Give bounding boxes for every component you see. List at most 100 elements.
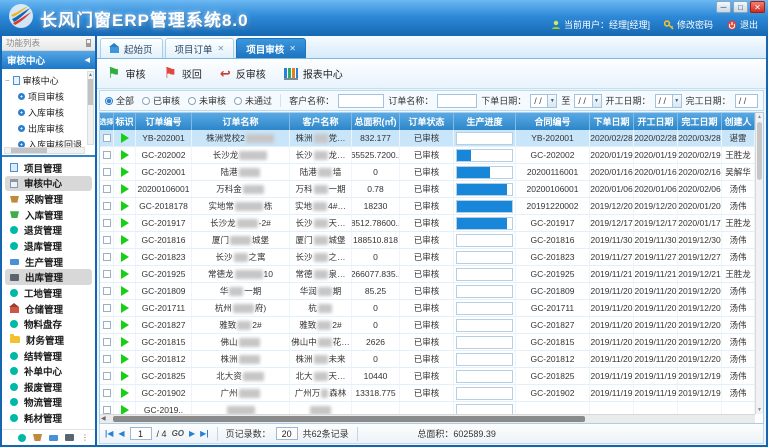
sidebar-item-14[interactable]: 报废管理 <box>5 379 92 395</box>
order-name-input[interactable] <box>437 94 477 108</box>
start-date-input[interactable]: / /▼ <box>655 94 682 108</box>
table-row[interactable]: GC-201812株洲株洲未来0已审核GC-2018122019/11/2020… <box>100 351 755 368</box>
column-header-4[interactable]: 客户名称 <box>290 113 352 130</box>
row-checkbox[interactable] <box>103 355 111 363</box>
last-page-button[interactable]: ▶| <box>200 429 208 438</box>
calendar-dropdown-icon[interactable]: ▼ <box>672 95 681 107</box>
row-checkbox[interactable] <box>103 389 111 397</box>
status-radio-2[interactable]: 未审核 <box>188 94 226 107</box>
table-row[interactable]: GC-201902广州广州万森林13318.775已审核GC-201902201… <box>100 385 755 402</box>
sidebar-item-11[interactable]: 财务管理 <box>5 332 92 348</box>
column-header-2[interactable]: 订单编号 <box>136 113 192 130</box>
tree-item-0[interactable]: 项目审核 <box>5 88 85 104</box>
toolbar-button-2[interactable]: ↩反审核 <box>220 66 266 81</box>
logout-button[interactable]: 退出 <box>727 18 758 31</box>
row-checkbox[interactable] <box>103 236 111 244</box>
close-button[interactable]: ✕ <box>750 1 765 13</box>
pin-icon[interactable] <box>86 39 91 47</box>
row-checkbox[interactable] <box>103 270 111 278</box>
maximize-button[interactable]: □ <box>733 1 748 13</box>
table-row[interactable]: GC-201917长沙龙-2#长沙天…8512.78600..已审核GC-201… <box>100 215 755 232</box>
sidebar-item-9[interactable]: 仓储管理 <box>5 301 92 317</box>
sidebar-item-0[interactable]: 项目管理 <box>5 160 92 176</box>
sidebar-item-6[interactable]: 生产管理 <box>5 254 92 270</box>
row-checkbox[interactable] <box>103 406 111 414</box>
calendar-dropdown-icon[interactable]: ▼ <box>592 95 601 107</box>
table-row[interactable]: GC-201711杭州府)杭0已审核GC-2017112019/11/20201… <box>100 300 755 317</box>
column-header-6[interactable]: 订单状态 <box>400 113 454 130</box>
tree-item-1[interactable]: 入库审核 <box>5 104 85 120</box>
toolbar-button-0[interactable]: ⚑审核 <box>107 66 145 81</box>
customer-name-input[interactable] <box>338 94 384 108</box>
strip-doc-icon[interactable] <box>49 435 58 441</box>
sidebar-item-3[interactable]: 入库管理 <box>5 207 92 223</box>
status-radio-3[interactable]: 未通过 <box>234 94 272 107</box>
horizontal-scrollbar[interactable]: ◀ <box>100 414 755 423</box>
finish-date-input[interactable]: / / <box>735 94 758 108</box>
sidebar-item-7[interactable]: 出库管理 <box>5 269 92 285</box>
tab-close-icon[interactable]: ✕ <box>289 44 296 53</box>
row-checkbox[interactable] <box>103 168 111 176</box>
sidebar-item-16[interactable]: 耗材管理 <box>5 410 92 426</box>
tree-expand-icon[interactable]: − <box>5 76 10 85</box>
row-checkbox[interactable] <box>103 134 111 142</box>
sidebar-item-12[interactable]: 结转管理 <box>5 348 92 364</box>
table-row[interactable]: GC-201925常德龙10常德泉…266077.835..已审核GC-2019… <box>100 266 755 283</box>
order-date-to-input[interactable]: / /▼ <box>574 94 601 108</box>
collapse-icon[interactable]: ◀ <box>85 56 90 64</box>
page-size-input[interactable]: 20 <box>276 427 298 440</box>
table-row[interactable]: GC-201809华一期华润期85.25已审核GC-2018092019/11/… <box>100 283 755 300</box>
column-header-9[interactable]: 下单日期 <box>590 113 634 130</box>
toolbar-button-1[interactable]: ⚑驳回 <box>163 66 201 81</box>
sidebar-item-1[interactable]: 审核中心 <box>5 176 92 192</box>
sidebar-item-8[interactable]: 工地管理 <box>5 285 92 301</box>
sidebar-item-5[interactable]: 退库管理 <box>5 238 92 254</box>
first-page-button[interactable]: |◀ <box>105 429 113 438</box>
overflow-icon[interactable]: ⋮ <box>81 433 89 442</box>
column-header-12[interactable]: 创建人 <box>722 113 755 130</box>
table-row[interactable]: GC-201816厦门城堡厦门城堡188510.818已审核GC-2018162… <box>100 232 755 249</box>
row-checkbox[interactable] <box>103 202 111 210</box>
hscroll-thumb[interactable] <box>113 416 585 422</box>
column-header-8[interactable]: 合同编号 <box>516 113 590 130</box>
column-header-1[interactable]: 标识 <box>114 113 136 130</box>
row-checkbox[interactable] <box>103 185 111 193</box>
sidebar-item-2[interactable]: 采购管理 <box>5 191 92 207</box>
table-row[interactable]: YB-202001株洲党校2株洲党…832.177已审核YB-202001202… <box>100 130 755 147</box>
change-password-button[interactable]: 修改密码 <box>664 18 713 31</box>
tab-0[interactable]: 起始页 <box>100 38 163 58</box>
tab-2[interactable]: 项目审核✕ <box>236 38 306 58</box>
table-row[interactable]: GC-2019.. <box>100 402 755 414</box>
order-date-from-input[interactable]: / /▼ <box>530 94 557 108</box>
sidebar-item-15[interactable]: 物流管理 <box>5 395 92 411</box>
tab-1[interactable]: 项目订单✕ <box>165 38 235 58</box>
vscroll-thumb[interactable] <box>757 122 762 180</box>
tree-vscrollbar[interactable]: ▲ <box>87 71 94 145</box>
minimize-button[interactable]: － <box>716 1 731 13</box>
column-header-7[interactable]: 生产进度 <box>454 113 516 130</box>
row-checkbox[interactable] <box>103 304 111 312</box>
column-header-5[interactable]: 总面积(㎡) <box>352 113 400 130</box>
audit-panel-header[interactable]: 审核中心 ◀ <box>2 51 95 69</box>
calendar-dropdown-icon[interactable]: ▼ <box>547 95 556 107</box>
vertical-scrollbar[interactable]: ▲▼ <box>755 113 763 414</box>
table-row[interactable]: GC-201815佛山佛山中花…2626已审核GC-2018152019/11/… <box>100 334 755 351</box>
row-checkbox[interactable] <box>103 253 111 261</box>
row-checkbox[interactable] <box>103 219 111 227</box>
table-row[interactable]: GC-202002长沙龙长沙龙…65525.7200..已审核GC-202002… <box>100 147 755 164</box>
page-number-input[interactable]: 1 <box>130 427 152 440</box>
sidebar-item-13[interactable]: 补单中心 <box>5 363 92 379</box>
go-button[interactable]: GO <box>172 429 184 438</box>
table-row[interactable]: 20200106001万科金万科一期0.78已审核202001060012020… <box>100 181 755 198</box>
table-row[interactable]: GC-201825北大资北大天…10440已审核GC-2018252019/11… <box>100 368 755 385</box>
strip-dot-icon[interactable] <box>18 434 26 442</box>
row-checkbox[interactable] <box>103 372 111 380</box>
table-row[interactable]: GC-201827雅致2#雅致2#0已审核GC-2018272019/11/20… <box>100 317 755 334</box>
strip-cart-icon[interactable] <box>33 434 42 441</box>
prev-page-button[interactable]: ◀ <box>118 429 124 438</box>
sidebar-item-10[interactable]: 物料盘存 <box>5 316 92 332</box>
tab-close-icon[interactable]: ✕ <box>218 44 225 53</box>
strip-user-icon[interactable] <box>65 434 74 441</box>
row-checkbox[interactable] <box>103 338 111 346</box>
toolbar-button-3[interactable]: 报表中心 <box>284 66 343 81</box>
